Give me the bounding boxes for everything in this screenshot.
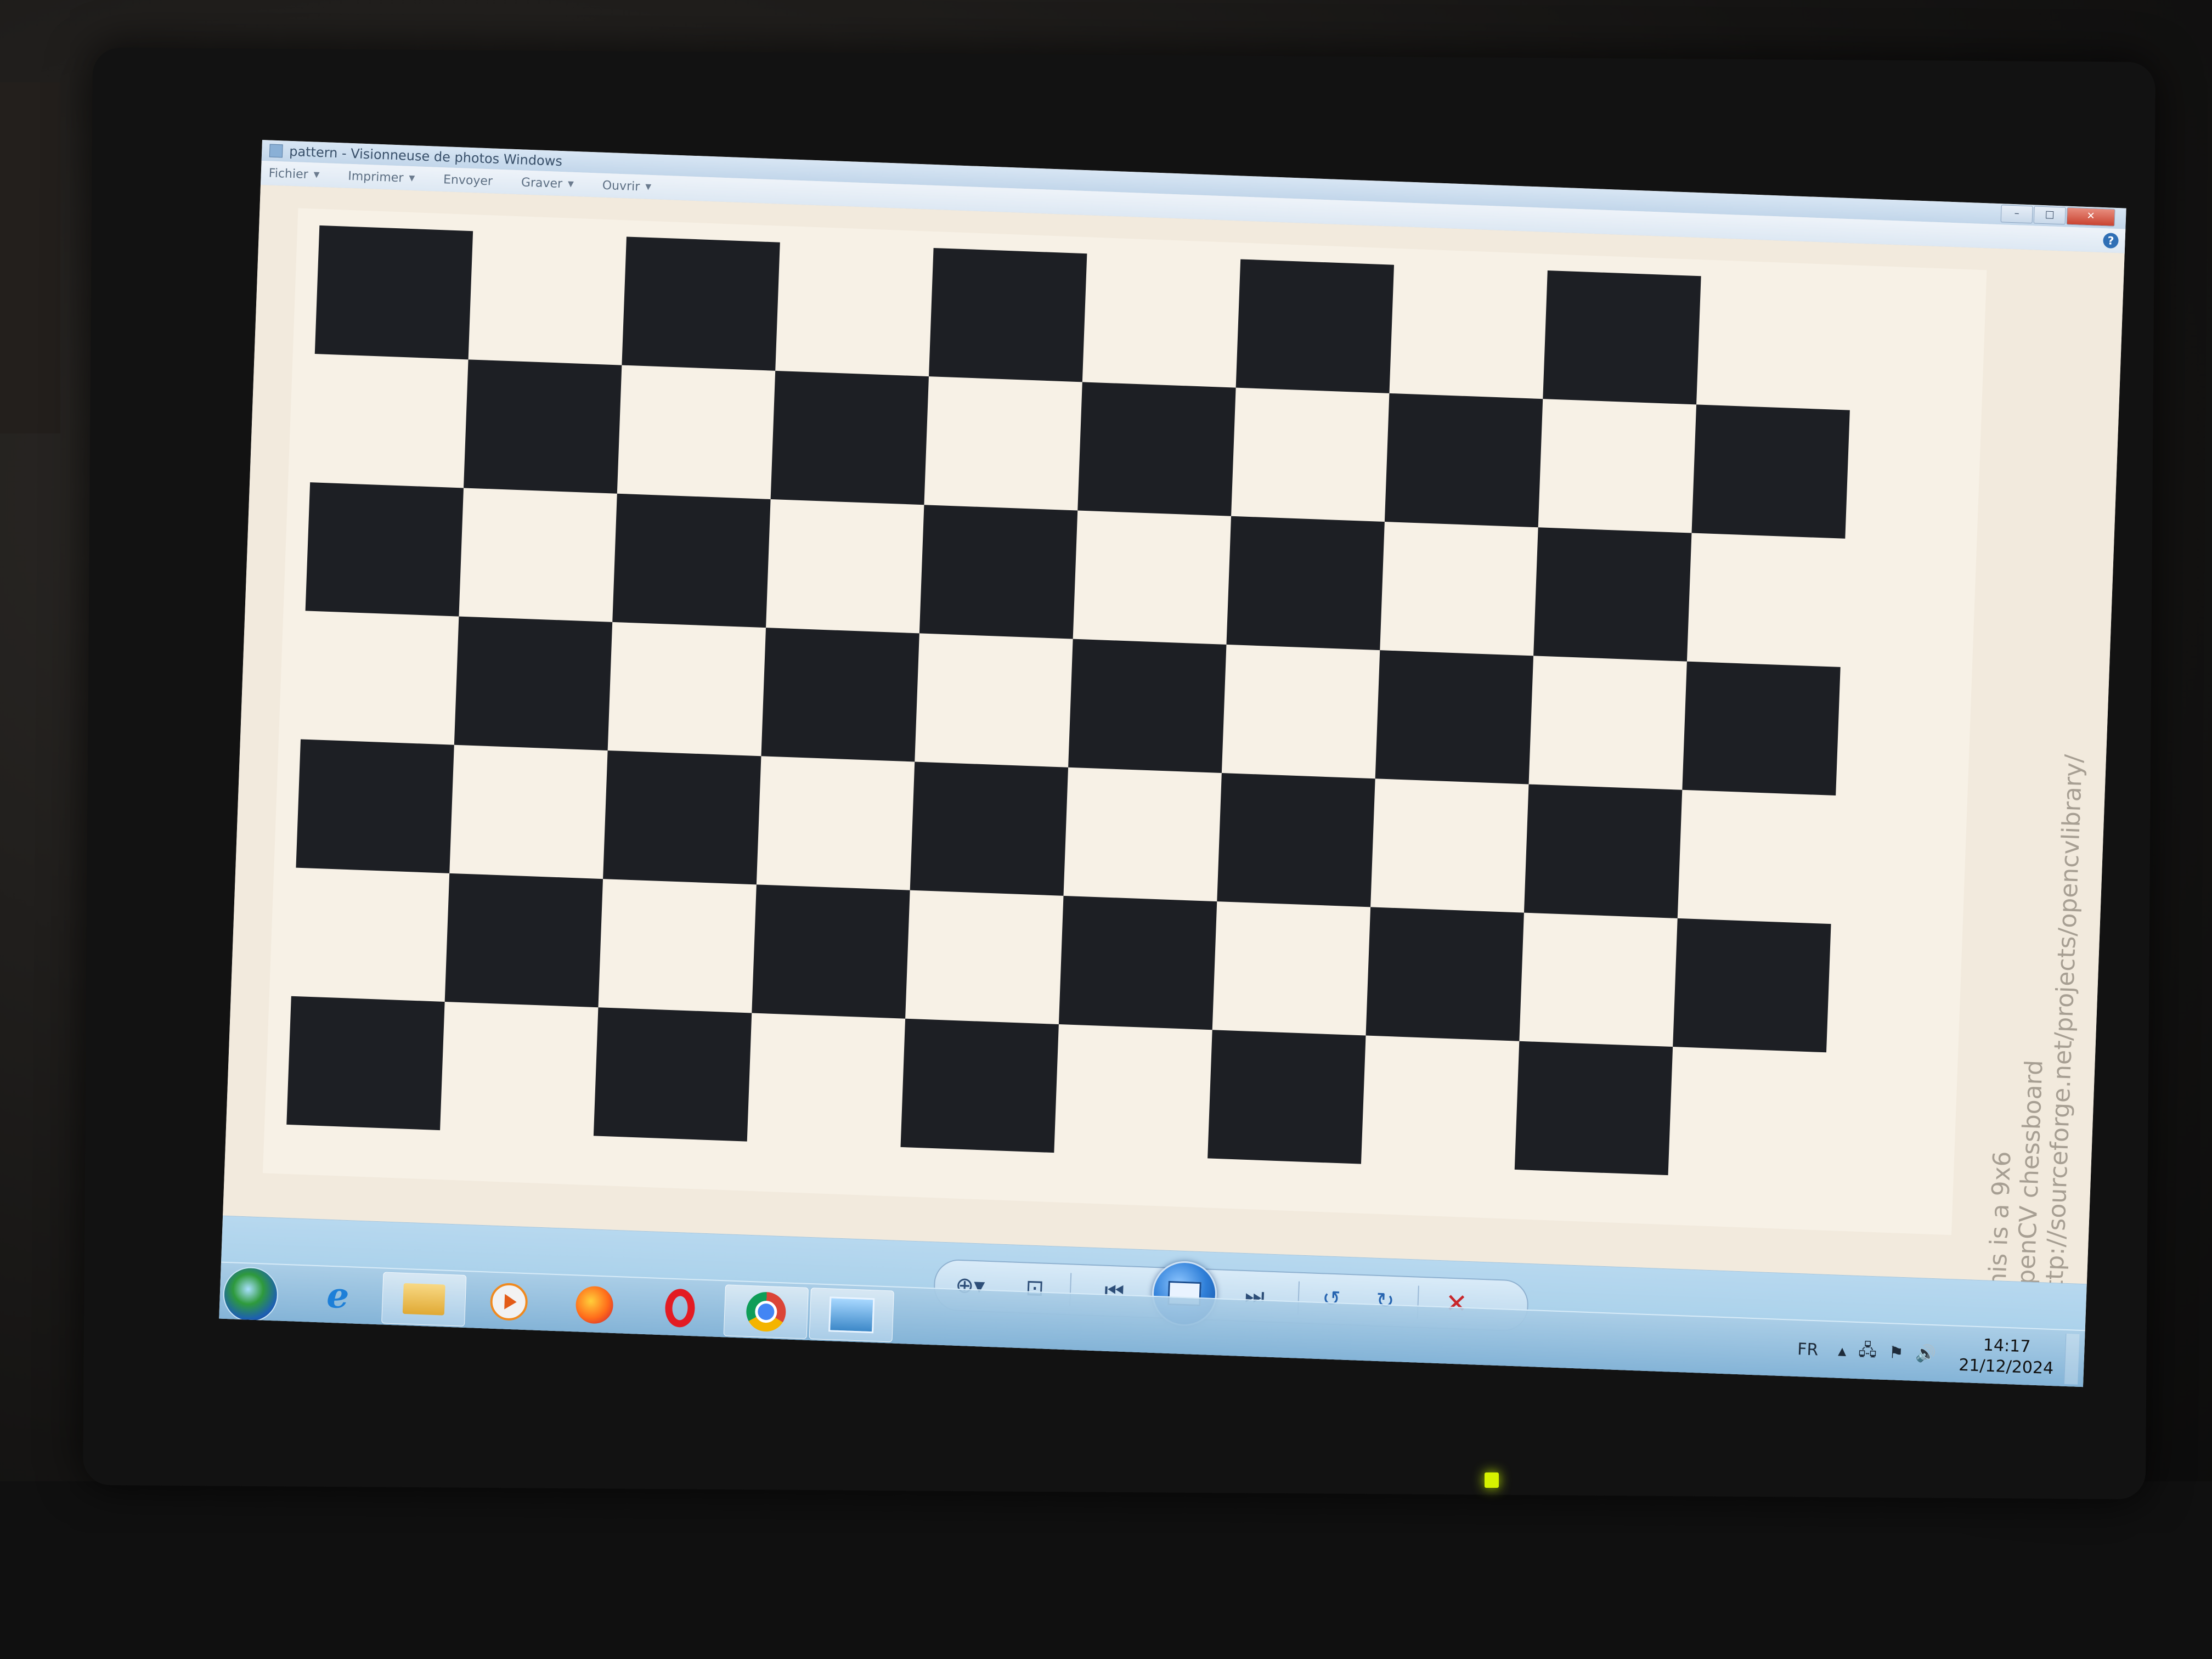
- chessboard-dark-square: [1691, 404, 1850, 539]
- chessboard-dark-square: [761, 628, 919, 762]
- chessboard-image: This is a 9x6 OpenCV chessboard http://s…: [262, 208, 2088, 1305]
- firefox-icon: [575, 1285, 614, 1324]
- chessboard-dark-square: [454, 616, 613, 751]
- chessboard-dark-square: [593, 1007, 752, 1142]
- chessboard-dark-square: [752, 884, 910, 1019]
- system-tray: FR ▴ 🖧 ⚑ 🔊 14:17 21/12/2024: [1797, 1324, 2080, 1385]
- show-desktop-button[interactable]: [2064, 1333, 2080, 1385]
- chessboard-dark-square: [286, 996, 445, 1131]
- chessboard-dark-square: [1673, 918, 1831, 1053]
- chessboard-dark-square: [1514, 1041, 1673, 1176]
- power-led: [1485, 1472, 1499, 1488]
- network-icon[interactable]: 🖧: [1858, 1338, 1877, 1366]
- taskbar-chrome[interactable]: [723, 1284, 809, 1339]
- chessboard-dark-square: [603, 750, 761, 885]
- taskbar-internet-explorer[interactable]: e: [296, 1269, 380, 1322]
- action-center-flag-icon[interactable]: ⚑: [1888, 1343, 1904, 1363]
- folder-icon: [402, 1283, 445, 1316]
- taskbar-photo-viewer[interactable]: [809, 1288, 894, 1342]
- chessboard-dark-square: [1068, 639, 1227, 774]
- monitor-screen: pattern - Visionneuse de photos Windows …: [219, 140, 2126, 1387]
- menu-fichier-label: Fichier: [268, 166, 309, 182]
- language-indicator[interactable]: FR: [1797, 1340, 1819, 1359]
- chevron-down-icon: ▼: [409, 173, 415, 183]
- chessboard-dark-square: [622, 236, 780, 371]
- menu-imprimer-label: Imprimer: [347, 169, 404, 185]
- chessboard-caption: This is a 9x6 OpenCV chessboard http://s…: [1983, 752, 2089, 1305]
- chessboard-dark-square: [305, 482, 464, 617]
- photo-viewer-icon: [828, 1296, 875, 1334]
- help-icon[interactable]: ?: [2103, 233, 2119, 249]
- taskbar-windows-explorer[interactable]: [381, 1272, 467, 1327]
- chessboard-dark-square: [1077, 382, 1236, 516]
- minimize-button[interactable]: –: [2000, 205, 2033, 224]
- chessboard-dark-square: [444, 873, 603, 1008]
- menu-fichier[interactable]: Fichier ▼: [268, 166, 320, 182]
- chessboard-dark-square: [1235, 259, 1395, 393]
- close-button[interactable]: ✕: [2066, 207, 2115, 227]
- chessboard-dark-square: [1207, 1030, 1366, 1164]
- room-wall: [0, 82, 60, 433]
- menu-ouvrir-label: Ouvrir: [602, 178, 640, 194]
- desk-surface: [0, 1481, 2212, 1659]
- chevron-down-icon: ▼: [313, 170, 320, 179]
- menu-envoyer[interactable]: Envoyer: [443, 173, 493, 188]
- menu-ouvrir[interactable]: Ouvrir ▼: [602, 178, 651, 194]
- opera-icon: [664, 1288, 696, 1328]
- chessboard-dark-square: [1682, 661, 1841, 796]
- chessboard-dark-square: [1217, 773, 1375, 907]
- chessboard-dark-square: [900, 1018, 1059, 1153]
- chessboard-dark-square: [1533, 527, 1692, 662]
- clock[interactable]: 14:17 21/12/2024: [1959, 1334, 2055, 1379]
- menu-graver-label: Graver: [521, 175, 563, 191]
- chessboard-dark-square: [770, 370, 929, 505]
- chessboard-dark-square: [463, 359, 622, 494]
- chessboard-dark-square: [314, 225, 473, 360]
- maximize-button[interactable]: □: [2033, 206, 2066, 225]
- volume-icon[interactable]: 🔊: [1915, 1344, 1937, 1363]
- chessboard-dark-square: [1375, 650, 1534, 785]
- menu-envoyer-label: Envoyer: [443, 172, 493, 188]
- menu-imprimer[interactable]: Imprimer ▼: [348, 169, 415, 185]
- photo-background: pattern - Visionneuse de photos Windows …: [0, 0, 2212, 1659]
- chessboard-dark-square: [929, 247, 1087, 382]
- media-player-icon: [489, 1282, 528, 1322]
- taskbar-opera[interactable]: [638, 1282, 722, 1335]
- chessboard-dark-square: [612, 493, 771, 628]
- image-viewer-area: This is a 9x6 OpenCV chessboard http://s…: [223, 184, 2125, 1305]
- chessboard-dark-square: [1543, 270, 1701, 405]
- app-icon: [269, 144, 283, 158]
- clock-time: 14:17: [1983, 1335, 2031, 1357]
- chessboard-dark-square: [919, 505, 1078, 639]
- taskbar-media-player[interactable]: [467, 1275, 551, 1328]
- menu-graver[interactable]: Graver ▼: [521, 176, 574, 191]
- internet-explorer-icon: e: [326, 1274, 350, 1317]
- window-controls: – □ ✕: [2000, 205, 2115, 227]
- chessboard-dark-square: [296, 739, 454, 873]
- chessboard-dark-square: [910, 761, 1069, 896]
- chevron-down-icon: ▼: [645, 182, 652, 192]
- chrome-icon: [746, 1291, 787, 1333]
- taskbar-firefox[interactable]: [552, 1278, 636, 1331]
- show-hidden-icons-icon[interactable]: ▴: [1838, 1341, 1847, 1361]
- chessboard-grid: [262, 208, 1987, 1235]
- chessboard-dark-square: [1523, 784, 1683, 918]
- chessboard-dark-square: [1058, 895, 1217, 1030]
- chessboard-dark-square: [1384, 393, 1543, 528]
- clock-date: 21/12/2024: [1958, 1355, 2054, 1379]
- start-button[interactable]: [222, 1266, 279, 1323]
- chessboard-dark-square: [1226, 516, 1385, 651]
- chevron-down-icon: ▼: [567, 179, 574, 189]
- chessboard-dark-square: [1365, 907, 1524, 1041]
